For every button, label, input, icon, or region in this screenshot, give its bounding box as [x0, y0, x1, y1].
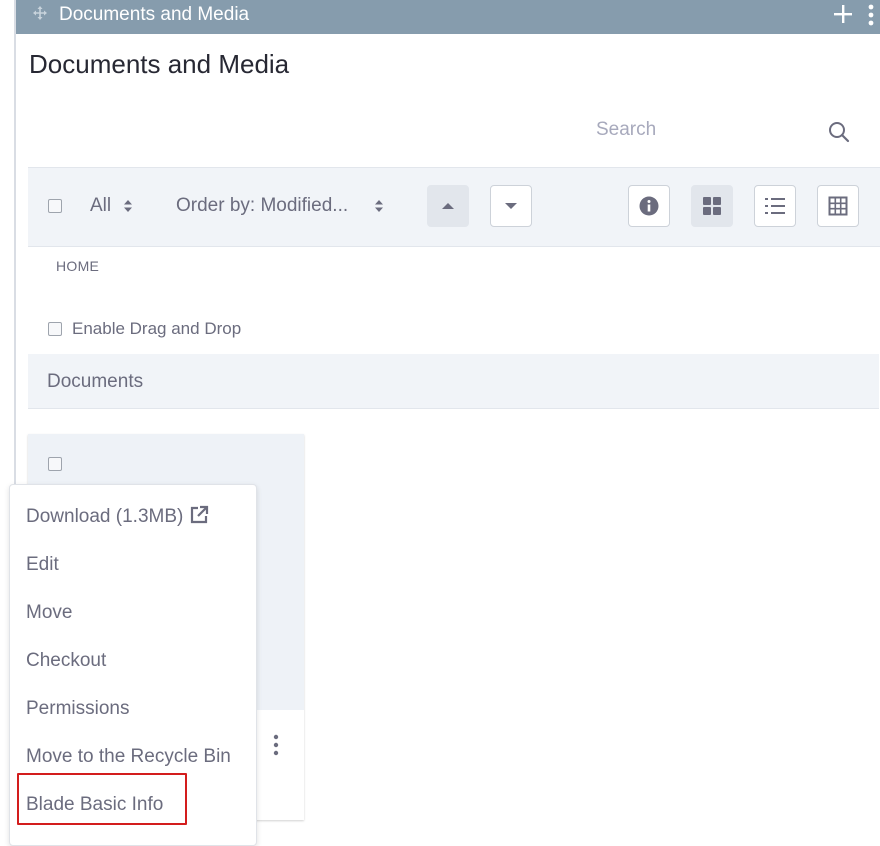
cards-view-button[interactable]: [691, 185, 733, 227]
portlet-title: Documents and Media: [59, 4, 250, 25]
breadcrumb-home[interactable]: HOME: [56, 258, 99, 274]
list-view-button[interactable]: [754, 185, 796, 227]
caret-up-icon: [442, 203, 454, 209]
section-title: Documents: [47, 371, 144, 392]
menu-item-permissions[interactable]: Permissions: [26, 697, 129, 721]
documents-section-header: Documents: [28, 354, 879, 409]
caret-down-icon: [505, 203, 517, 209]
filter-dropdown[interactable]: All: [90, 195, 111, 217]
portlet-options-icon[interactable]: [867, 4, 875, 26]
search-bar: [580, 108, 860, 152]
drag-drop-label[interactable]: Enable Drag and Drop: [72, 319, 241, 339]
card-checkbox[interactable]: [48, 457, 62, 471]
order-by-dropdown[interactable]: Order by: Modified...: [176, 195, 348, 217]
list-icon: [765, 198, 785, 214]
info-icon: [639, 196, 659, 216]
move-icon[interactable]: [33, 6, 47, 20]
search-icon[interactable]: [827, 120, 851, 144]
highlight-box: [17, 773, 187, 825]
drag-drop-checkbox[interactable]: [48, 322, 62, 336]
sort-ascending-button[interactable]: [427, 185, 469, 227]
menu-item-move[interactable]: Move: [26, 601, 72, 625]
select-all-checkbox[interactable]: [48, 199, 62, 213]
external-link-icon: [191, 505, 209, 524]
menu-item-label: Download (1.3MB): [26, 506, 184, 527]
menu-item-download[interactable]: Download (1.3MB): [26, 505, 209, 529]
info-button[interactable]: [628, 185, 670, 227]
table-view-button[interactable]: [817, 185, 859, 227]
page-title: Documents and Media: [29, 49, 290, 79]
table-icon: [828, 196, 848, 216]
card-options-icon[interactable]: [272, 734, 280, 756]
management-toolbar: All Order by: Modified...: [28, 167, 880, 247]
cards-icon: [703, 197, 721, 215]
plus-icon[interactable]: [833, 4, 853, 24]
menu-item-checkout[interactable]: Checkout: [26, 649, 106, 673]
search-input[interactable]: [580, 108, 828, 152]
portlet-title-bar: Documents and Media: [16, 0, 880, 34]
menu-item-edit[interactable]: Edit: [26, 553, 59, 577]
menu-item-recycle-bin[interactable]: Move to the Recycle Bin: [26, 745, 231, 769]
card-actions-menu: Download (1.3MB) Edit Move Checkout Perm…: [9, 484, 257, 846]
sort-descending-button[interactable]: [490, 185, 532, 227]
filter-caret-icon: [124, 200, 132, 212]
order-caret-icon: [375, 200, 383, 212]
